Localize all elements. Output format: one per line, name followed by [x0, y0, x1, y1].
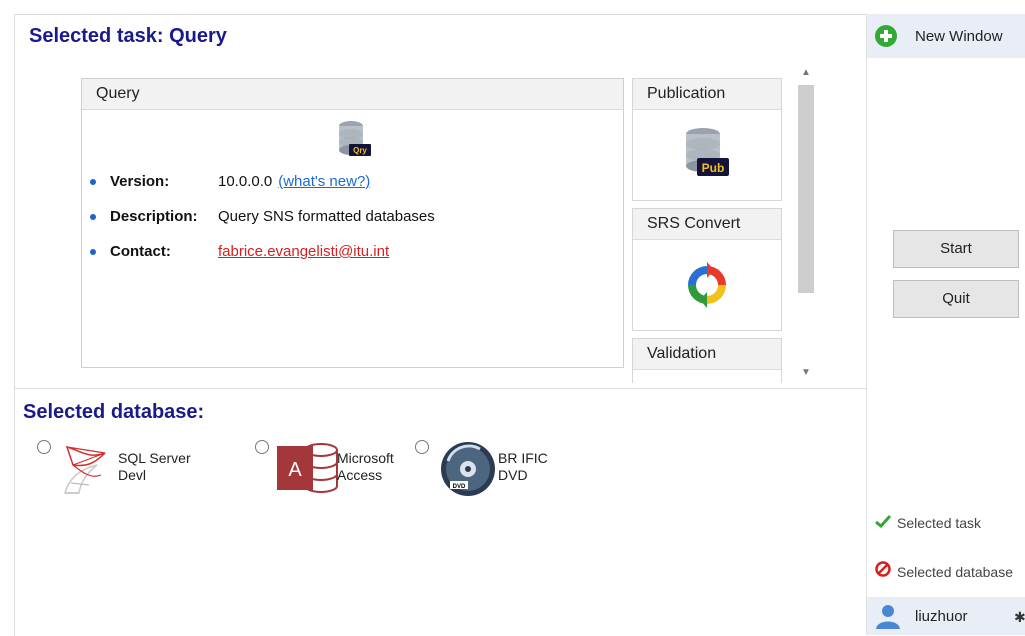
right-panel: New Window Start Quit Selected task Sele…: [866, 14, 1025, 635]
microsoft-access-label: Microsoft Access: [337, 450, 394, 483]
selected-task-title: Selected task: Query: [29, 25, 227, 47]
srs-convert-label: SRS Convert: [633, 209, 781, 240]
new-window-label: New Window: [915, 28, 1003, 45]
task-area: Selected task: Query Query Qry Version: 1…: [14, 14, 867, 636]
status-selected-database: Selected database: [875, 561, 1013, 580]
settings-gear-icon[interactable]: ✱: [1014, 609, 1025, 626]
sql-server-label: SQL Server Devl: [118, 450, 191, 483]
description-row: Description: Query SNS formatted database…: [90, 208, 435, 225]
description-value: Query SNS formatted databases: [218, 208, 435, 225]
user-name: liuzhuor: [915, 608, 968, 625]
start-button[interactable]: Start: [893, 230, 1019, 268]
user-bar: liuzhuor ✱: [867, 597, 1025, 635]
db-radio-microsoft-access[interactable]: [255, 440, 269, 454]
bullet-icon: [90, 249, 96, 256]
pub-icon-text: Pub: [702, 161, 725, 175]
task-card-publication[interactable]: Publication Pub: [632, 78, 782, 201]
version-row: Version: 10.0.0.0 (what's new?): [90, 173, 370, 190]
publication-database-icon: Pub: [683, 126, 731, 183]
checkmark-icon: [875, 514, 897, 531]
task-card-header: Query: [82, 79, 623, 110]
refresh-cycle-icon: [684, 262, 730, 313]
svg-text:A: A: [288, 459, 302, 481]
scroll-up-icon[interactable]: ▲: [801, 67, 811, 78]
status-database-label: Selected database: [897, 564, 1013, 580]
contact-label: Contact:: [110, 243, 171, 260]
section-divider: [15, 388, 867, 389]
bullet-icon: [90, 179, 96, 186]
user-avatar-icon: [875, 603, 901, 634]
add-circle-icon: [875, 25, 897, 52]
new-window-button[interactable]: New Window: [867, 14, 1025, 58]
error-circle-icon: [875, 561, 897, 580]
validation-label: Validation: [633, 339, 781, 370]
contact-row: Contact: fabrice.evangelisti@itu.int: [90, 243, 389, 260]
task-list-scrollbar[interactable]: ▲ ▼: [797, 65, 815, 383]
db-radio-sql-server[interactable]: [37, 440, 51, 454]
task-card-query[interactable]: Query Qry Version: 10.0.0.0 (what's new?) …: [81, 78, 624, 368]
sql-server-icon: [59, 439, 117, 502]
dvd-disc-icon: DVD: [440, 441, 496, 502]
br-ific-dvd-label: BR IFIC DVD: [498, 450, 548, 483]
quit-button[interactable]: Quit: [893, 280, 1019, 318]
query-database-icon: Qry: [337, 120, 371, 163]
svg-text:DVD: DVD: [453, 484, 466, 490]
status-selected-task: Selected task: [875, 514, 981, 531]
description-label: Description:: [110, 208, 198, 225]
task-card-srs-convert[interactable]: SRS Convert: [632, 208, 782, 331]
scroll-down-icon[interactable]: ▼: [801, 367, 811, 378]
whats-new-link[interactable]: (what's new?): [278, 173, 370, 190]
publication-label: Publication: [633, 79, 781, 110]
status-task-label: Selected task: [897, 515, 982, 531]
scroll-thumb[interactable]: [798, 85, 814, 293]
bullet-icon: [90, 214, 96, 221]
qry-icon-text: Qry: [353, 146, 367, 155]
version-value: 10.0.0.0: [218, 173, 273, 190]
task-card-validation[interactable]: Validation: [632, 338, 782, 383]
selected-database-title: Selected database:: [23, 401, 205, 423]
version-label: Version:: [110, 173, 170, 190]
contact-email-link[interactable]: fabrice.evangelisti@itu.int: [218, 243, 389, 260]
microsoft-access-icon: A: [277, 442, 339, 499]
db-radio-br-ific-dvd[interactable]: [415, 440, 429, 454]
